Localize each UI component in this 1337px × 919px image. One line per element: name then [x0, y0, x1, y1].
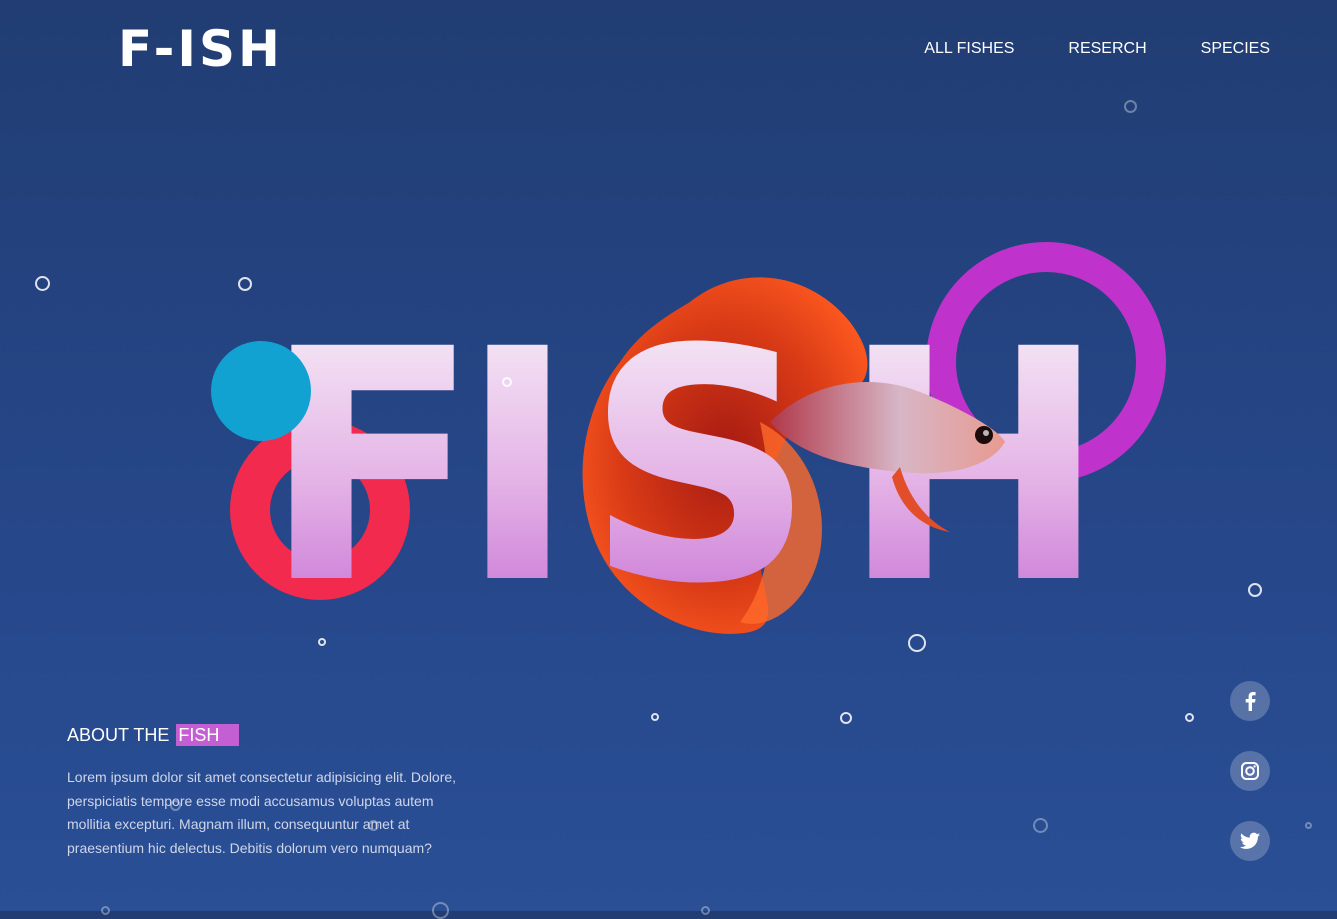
bubble — [908, 634, 926, 652]
bubble — [840, 712, 852, 724]
hero-letter-i: I — [458, 282, 578, 654]
facebook-button[interactable] — [1230, 681, 1270, 721]
blue-dot-decoration — [211, 341, 311, 441]
about-text: Lorem ipsum dolor sit amet consectetur a… — [67, 769, 457, 856]
nav-research[interactable]: RESERCH — [1068, 40, 1146, 58]
about-title: ABOUT THE FISH — [67, 724, 240, 746]
nav-species[interactable]: SPECIES — [1201, 40, 1270, 58]
betta-fish-image — [582, 277, 1005, 634]
bubble — [502, 377, 512, 387]
site-logo[interactable]: F-ISH — [118, 20, 283, 78]
instagram-button[interactable] — [1230, 751, 1270, 791]
instagram-icon — [1241, 762, 1259, 780]
bubble — [1185, 713, 1194, 722]
bubble — [35, 276, 50, 291]
facebook-icon — [1245, 692, 1256, 711]
about-title-text: ABOUT THE — [67, 725, 170, 745]
bubble — [651, 713, 659, 721]
bubble — [318, 638, 326, 646]
nav-all-fishes[interactable]: ALL FISHES — [924, 40, 1014, 58]
twitter-button[interactable] — [1230, 821, 1270, 861]
red-ring-decoration — [230, 420, 410, 600]
main-nav: ALL FISHES RESERCH SPECIES — [924, 40, 1270, 58]
bubble — [1248, 583, 1262, 597]
bubble — [238, 277, 252, 291]
about-title-highlight: FISH — [176, 724, 240, 746]
bubble — [1033, 818, 1048, 833]
twitter-icon — [1240, 832, 1260, 849]
bubble — [1124, 100, 1137, 113]
bubble — [1305, 822, 1312, 829]
